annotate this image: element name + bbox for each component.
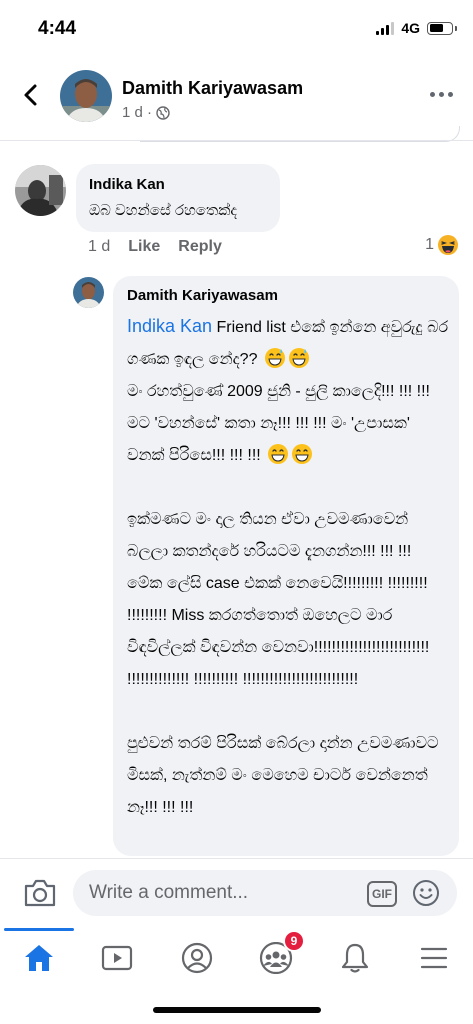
network-label: 4G <box>401 20 420 36</box>
reaction-count: 1 <box>425 236 434 253</box>
grin-sweat-icon <box>264 348 285 368</box>
profile-icon <box>181 942 213 974</box>
status-time: 4:44 <box>38 18 77 39</box>
like-button[interactable]: Like <box>128 238 160 256</box>
comment-input[interactable] <box>73 870 457 916</box>
video-icon <box>101 945 133 971</box>
active-tab-indicator <box>4 928 74 931</box>
comment-actions: 1 d Like Reply <box>88 238 222 256</box>
nav-video[interactable] <box>97 938 137 978</box>
comment-composer: GIF <box>0 858 473 928</box>
reply-paragraph-3: ඉක්මණට මං දාල තියන ඒවා උවමණාවෙන් බලලා කත… <box>127 511 434 688</box>
header-divider <box>0 140 473 141</box>
home-icon <box>25 945 53 971</box>
comment-bubble[interactable]: Indika Kan ඔබ වහන්සේ රහතෙක්ද <box>76 164 280 232</box>
reply-bubble[interactable]: Damith Kariyawasam Indika Kan Friend lis… <box>113 276 459 856</box>
avatar[interactable] <box>60 70 112 122</box>
home-indicator <box>153 1007 321 1013</box>
back-icon[interactable] <box>18 82 44 108</box>
comment-author[interactable]: Indika Kan <box>89 176 165 193</box>
smiley-icon[interactable] <box>412 879 440 907</box>
signal-icon <box>376 21 395 35</box>
comment-text: ඔබ වහන්සේ රහතෙක්ද <box>89 202 238 219</box>
reply-author[interactable]: Damith Kariyawasam <box>127 287 278 304</box>
post-time: 1 d · <box>122 104 153 121</box>
menu-icon <box>420 947 448 969</box>
reply-button[interactable]: Reply <box>178 238 222 256</box>
nav-home[interactable] <box>19 938 59 978</box>
nav-menu[interactable] <box>414 938 454 978</box>
notification-badge: 9 <box>283 930 305 952</box>
header-name[interactable]: Damith Kariyawasam <box>122 78 303 99</box>
bell-icon <box>341 943 369 973</box>
haha-icon <box>438 235 458 255</box>
more-icon[interactable] <box>430 92 453 97</box>
reaction-summary[interactable]: 1 <box>425 234 459 256</box>
reply-paragraph-4: පුළුවන් තරම් පිරිසක් බේරලා දාන්න උවමණාවට… <box>127 735 444 816</box>
globe-icon <box>156 105 170 120</box>
grin-icon <box>268 444 289 464</box>
gif-icon[interactable]: GIF <box>367 881 397 907</box>
camera-icon[interactable] <box>23 878 57 908</box>
grin-sweat-icon <box>288 348 309 368</box>
avatar[interactable] <box>73 277 104 308</box>
grin-icon <box>292 444 313 464</box>
nav-notifications[interactable] <box>335 938 375 978</box>
reply-text: Indika Kan Friend list එකේ ඉන්නෙ අවුරුදු… <box>127 310 449 824</box>
avatar[interactable] <box>15 165 66 216</box>
battery-icon <box>427 21 457 35</box>
comment-time: 1 d <box>88 238 111 255</box>
status-bar: 4:44 4G <box>0 0 473 58</box>
nav-profile[interactable] <box>177 938 217 978</box>
header-meta: 1 d · <box>122 104 170 121</box>
mention-link[interactable]: Indika Kan <box>127 316 212 336</box>
